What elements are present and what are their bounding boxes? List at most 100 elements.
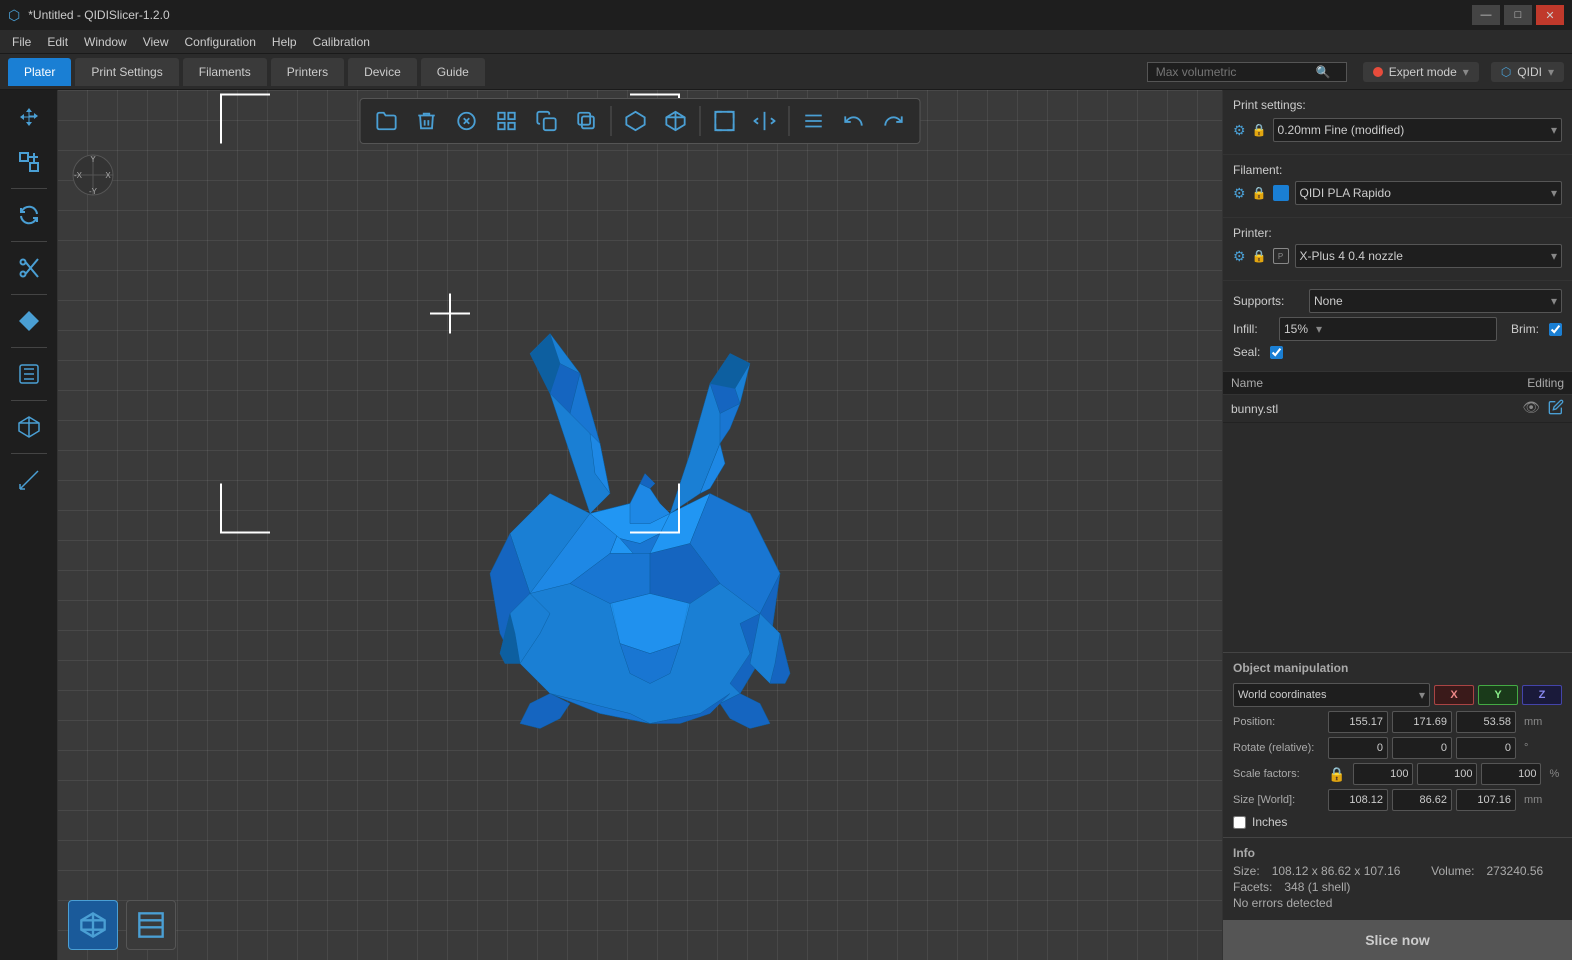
view-3d-button[interactable] bbox=[658, 103, 694, 139]
col-name: Name bbox=[1223, 372, 1472, 394]
menu-configuration[interactable]: Configuration bbox=[177, 33, 264, 51]
menu-edit[interactable]: Edit bbox=[39, 33, 76, 51]
print-settings-select-wrapper[interactable]: 0.20mm Fine (modified) ▾ bbox=[1273, 118, 1562, 142]
search-input[interactable] bbox=[1156, 65, 1316, 79]
move-tool-button[interactable] bbox=[9, 98, 49, 138]
scale-y-input[interactable] bbox=[1417, 763, 1477, 785]
tab-guide[interactable]: Guide bbox=[421, 58, 485, 86]
info-size-label: Size: bbox=[1233, 864, 1260, 878]
menu-window[interactable]: Window bbox=[76, 33, 135, 51]
cut-tool-button[interactable] bbox=[9, 248, 49, 288]
nav-widget[interactable]: Y -Y X -X bbox=[68, 150, 118, 200]
filament-settings-icon: ⚙ bbox=[1233, 185, 1246, 202]
tab-print-settings[interactable]: Print Settings bbox=[75, 58, 178, 86]
filament-select-wrapper[interactable]: QIDI PLA Rapido ▾ bbox=[1295, 181, 1562, 205]
printer-section: Printer: ⚙ 🔒 P X-Plus 4 0.4 nozzle ▾ bbox=[1223, 218, 1572, 281]
print-settings-value: 0.20mm Fine (modified) bbox=[1274, 123, 1547, 137]
y-axis-badge: Y bbox=[1478, 685, 1518, 705]
scale-x-input[interactable] bbox=[1353, 763, 1413, 785]
scale-tool-button[interactable] bbox=[9, 142, 49, 182]
size-z-input[interactable] bbox=[1456, 789, 1516, 811]
tabbar: Plater Print Settings Filaments Printers… bbox=[0, 54, 1572, 90]
rotate-z-input[interactable] bbox=[1456, 737, 1516, 759]
model-view[interactable] bbox=[450, 274, 830, 777]
inches-checkbox[interactable] bbox=[1233, 816, 1246, 829]
remove-button[interactable] bbox=[449, 103, 485, 139]
delete-button[interactable] bbox=[409, 103, 445, 139]
coord-system-select[interactable]: World coordinates ▾ bbox=[1233, 683, 1430, 707]
svg-text:Y: Y bbox=[90, 155, 96, 164]
3d-view-button[interactable] bbox=[68, 900, 118, 950]
col-editing: Editing bbox=[1472, 372, 1572, 394]
supports-value: None bbox=[1310, 294, 1547, 308]
seal-checkbox[interactable] bbox=[1270, 346, 1283, 359]
supports-label: Supports: bbox=[1233, 294, 1303, 308]
position-x-input[interactable] bbox=[1328, 711, 1388, 733]
size-x-input[interactable] bbox=[1328, 789, 1388, 811]
maximize-button[interactable]: □ bbox=[1504, 5, 1532, 25]
tab-printers[interactable]: Printers bbox=[271, 58, 344, 86]
layers-button[interactable] bbox=[796, 103, 832, 139]
viewport[interactable]: Y -Y X -X bbox=[58, 90, 1222, 960]
brim-checkbox[interactable] bbox=[1549, 323, 1562, 336]
menu-file[interactable]: File bbox=[4, 33, 39, 51]
search-box[interactable]: 🔍 bbox=[1147, 62, 1347, 82]
qidi-button[interactable]: ⬡ QIDI ▾ bbox=[1491, 62, 1564, 82]
layers-view-button[interactable] bbox=[126, 900, 176, 950]
flip-button[interactable] bbox=[747, 103, 783, 139]
x-axis-badge: X bbox=[1434, 685, 1474, 705]
redo-button[interactable] bbox=[876, 103, 912, 139]
object-icons: 👁 bbox=[1464, 399, 1564, 418]
filament-section: Filament: ⚙ 🔒 QIDI PLA Rapido ▾ bbox=[1223, 155, 1572, 218]
info-facets-label: Facets: bbox=[1233, 880, 1272, 894]
diamond-tool-button[interactable] bbox=[9, 301, 49, 341]
minimize-button[interactable]: — bbox=[1472, 5, 1500, 25]
menu-help[interactable]: Help bbox=[264, 33, 305, 51]
rotate-y-input[interactable] bbox=[1392, 737, 1452, 759]
expert-mode-toggle[interactable]: Expert mode ▾ bbox=[1363, 62, 1479, 82]
edit-object-icon[interactable] bbox=[1548, 399, 1564, 418]
tab-device[interactable]: Device bbox=[348, 58, 417, 86]
infill-select-wrapper[interactable]: 15% ▾ bbox=[1279, 317, 1497, 341]
printer-select-wrapper[interactable]: X-Plus 4 0.4 nozzle ▾ bbox=[1295, 244, 1562, 268]
left-toolbar bbox=[0, 90, 58, 960]
slice-now-button[interactable]: Slice now bbox=[1223, 920, 1572, 960]
copy-button[interactable] bbox=[529, 103, 565, 139]
orient-button[interactable] bbox=[618, 103, 654, 139]
visibility-icon[interactable]: 👁 bbox=[1522, 399, 1540, 418]
tab-filaments[interactable]: Filaments bbox=[183, 58, 267, 86]
scale-lock-icon[interactable]: 🔒 bbox=[1328, 766, 1345, 783]
position-z-input[interactable] bbox=[1456, 711, 1516, 733]
undo-button[interactable] bbox=[836, 103, 872, 139]
info-volume-value: 273240.56 bbox=[1487, 864, 1544, 878]
menubar: File Edit Window View Configuration Help… bbox=[0, 30, 1572, 54]
table-row[interactable]: bunny.stl 👁 bbox=[1223, 395, 1572, 423]
open-file-button[interactable] bbox=[369, 103, 405, 139]
filament-color-swatch[interactable] bbox=[1273, 185, 1289, 201]
info-errors-text: No errors detected bbox=[1233, 896, 1332, 910]
seal-label: Seal: bbox=[1233, 345, 1260, 359]
rotate-x-input[interactable] bbox=[1328, 737, 1388, 759]
cube-tool-button[interactable] bbox=[9, 407, 49, 447]
print-settings-section: Print settings: ⚙ 🔒 0.20mm Fine (modifie… bbox=[1223, 90, 1572, 155]
arrange-button[interactable] bbox=[489, 103, 525, 139]
supports-select-wrapper[interactable]: None ▾ bbox=[1309, 289, 1562, 313]
support-tool-button[interactable] bbox=[9, 354, 49, 394]
rotate-tool-button[interactable] bbox=[9, 195, 49, 235]
nav-widget-svg: Y -Y X -X bbox=[68, 150, 118, 200]
toolbar-sep-1 bbox=[611, 106, 612, 136]
size-y-input[interactable] bbox=[1392, 789, 1452, 811]
position-y-input[interactable] bbox=[1392, 711, 1452, 733]
menu-view[interactable]: View bbox=[135, 33, 177, 51]
svg-text:-Y: -Y bbox=[89, 187, 98, 196]
tab-plater[interactable]: Plater bbox=[8, 58, 71, 86]
right-panel: Print settings: ⚙ 🔒 0.20mm Fine (modifie… bbox=[1222, 90, 1572, 960]
scale-z-input[interactable] bbox=[1481, 763, 1541, 785]
measure-tool-button[interactable] bbox=[9, 460, 49, 500]
close-button[interactable]: ✕ bbox=[1536, 5, 1564, 25]
scale-label: Scale factors: bbox=[1233, 768, 1328, 780]
paste-instances-button[interactable] bbox=[569, 103, 605, 139]
menu-calibration[interactable]: Calibration bbox=[305, 33, 378, 51]
fit-bed-button[interactable] bbox=[707, 103, 743, 139]
scale-unit: % bbox=[1549, 768, 1559, 780]
